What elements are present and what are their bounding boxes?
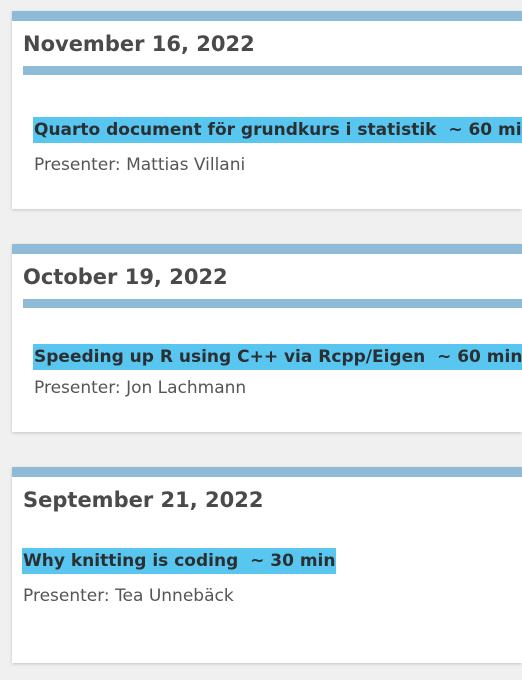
- card-top-accent-bar: [12, 467, 522, 477]
- talk-title: Quarto document för grundkurs i statisti…: [33, 117, 522, 143]
- meeting-card: October 19, 2022 Speeding up R using C++…: [12, 244, 522, 432]
- presenter-name: Presenter: Jon Lachmann: [34, 378, 247, 398]
- meeting-date: November 16, 2022: [23, 32, 255, 56]
- card-top-accent-bar: [12, 244, 522, 254]
- presenter-name: Presenter: Mattias Villani: [34, 155, 246, 175]
- meeting-card: September 21, 2022 Why knitting is codin…: [12, 467, 522, 663]
- talk-title: Why knitting is coding ~ 30 min: [22, 548, 337, 574]
- meeting-date: October 19, 2022: [23, 265, 228, 289]
- date-underline-bar: [23, 299, 522, 308]
- talk-title: Speeding up R using C++ via Rcpp/Eigen ~…: [33, 344, 522, 370]
- date-underline-bar: [23, 66, 522, 75]
- meeting-date: September 21, 2022: [23, 488, 264, 512]
- meeting-card: November 16, 2022 Quarto document för gr…: [12, 11, 522, 209]
- presenter-name: Presenter: Tea Unnebäck: [23, 586, 234, 606]
- card-top-accent-bar: [12, 11, 522, 21]
